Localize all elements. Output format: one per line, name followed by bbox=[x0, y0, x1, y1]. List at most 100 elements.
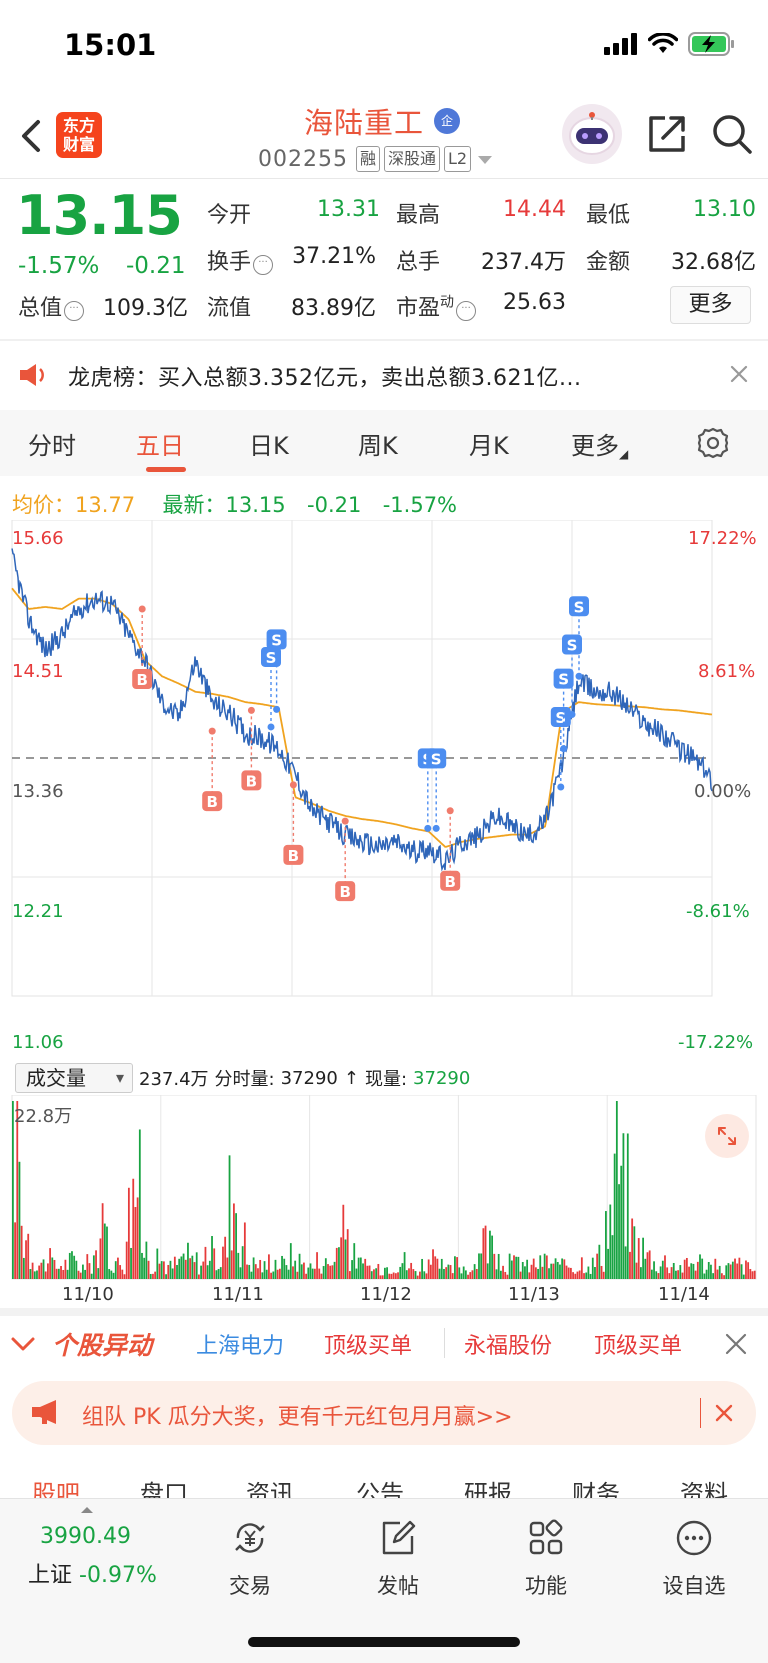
volume-bar bbox=[86, 1254, 89, 1279]
volume-bar bbox=[237, 1252, 240, 1279]
functions-button[interactable]: 功能 bbox=[506, 1518, 586, 1600]
index-summary[interactable]: 上证 -0.97% bbox=[28, 1557, 157, 1589]
volume-bar bbox=[685, 1257, 688, 1279]
assistant-robot-icon[interactable] bbox=[562, 104, 622, 164]
alert-title: 个股异动 bbox=[52, 1331, 153, 1360]
buy-badge-label: B bbox=[136, 671, 147, 689]
add-watchlist-button[interactable]: 设自选 bbox=[654, 1518, 734, 1600]
volume-bar bbox=[36, 1270, 38, 1279]
volume-bar bbox=[202, 1261, 205, 1279]
volume-bar bbox=[285, 1265, 288, 1279]
alert-type[interactable]: 顶级买单 bbox=[324, 1328, 412, 1360]
volume-bar bbox=[532, 1258, 535, 1279]
volume-bar bbox=[171, 1268, 174, 1279]
expand-chart-button[interactable] bbox=[705, 1114, 749, 1158]
tab-weekly-k[interactable]: 周K bbox=[358, 426, 398, 461]
date-label: 11/14 bbox=[658, 1284, 710, 1305]
turnover-label[interactable]: 换手 ··· bbox=[207, 244, 274, 276]
tab-intraday[interactable]: 分时 bbox=[28, 426, 76, 461]
volume-bar bbox=[699, 1254, 701, 1279]
volume-bar bbox=[338, 1247, 340, 1279]
yen-exchange-icon bbox=[235, 1523, 265, 1553]
price-change: -0.21 bbox=[126, 253, 186, 279]
post-button[interactable]: 发帖 bbox=[358, 1518, 438, 1600]
buy-point bbox=[341, 817, 349, 825]
volume-bar bbox=[736, 1263, 739, 1279]
more-quote-button[interactable]: 更多 bbox=[670, 286, 751, 324]
five-day-price-chart[interactable]: BBBBBBSSSSSSSS bbox=[0, 520, 768, 1060]
alert-type[interactable]: 顶级买单 bbox=[594, 1328, 682, 1360]
volume-bar bbox=[138, 1129, 141, 1279]
stock-name[interactable]: 海陆重工 bbox=[304, 100, 424, 142]
volume-bar bbox=[626, 1133, 629, 1279]
volume-bar bbox=[381, 1275, 384, 1279]
volume-bar bbox=[318, 1268, 321, 1279]
sell-badge-label: S bbox=[271, 631, 282, 649]
volume-bar bbox=[213, 1248, 216, 1279]
mktcap-label[interactable]: 总值 ··· bbox=[18, 290, 85, 322]
share-icon[interactable] bbox=[645, 112, 689, 156]
volume-bar bbox=[327, 1264, 329, 1279]
volume-bar bbox=[208, 1260, 211, 1279]
promo-text[interactable]: 组队 PK 瓜分大奖，更有千元红包月月赢>> bbox=[82, 1399, 513, 1431]
volume-bar bbox=[184, 1259, 187, 1279]
volume-bar bbox=[502, 1265, 504, 1279]
volume-bar bbox=[64, 1259, 67, 1279]
connect-tag: 深股通 bbox=[384, 146, 441, 172]
date-label: 11/13 bbox=[508, 1284, 560, 1305]
close-icon[interactable] bbox=[729, 364, 749, 384]
tab-five-day[interactable]: 五日 bbox=[136, 426, 184, 461]
pe-label[interactable]: 市盈动 ··· bbox=[396, 290, 477, 322]
volume-value: 237.4万 bbox=[481, 250, 566, 275]
active-tab-indicator bbox=[146, 467, 186, 472]
tab-daily-k[interactable]: 日K bbox=[249, 426, 289, 461]
pct-change: -1.57% bbox=[18, 253, 100, 279]
stock-code-row[interactable]: 002255 融 深股通 L2 bbox=[258, 146, 495, 172]
volume-bar bbox=[141, 1252, 143, 1279]
volume-chart[interactable] bbox=[0, 1095, 768, 1281]
index-value[interactable]: 3990.49 bbox=[40, 1524, 131, 1549]
low-label: 最低 bbox=[586, 203, 631, 228]
volume-bar bbox=[425, 1273, 428, 1279]
volume-bar bbox=[635, 1262, 638, 1279]
volume-bar bbox=[217, 1268, 220, 1279]
tab-monthly-k[interactable]: 月K bbox=[469, 426, 509, 461]
volume-bar bbox=[576, 1271, 579, 1279]
sell-point bbox=[557, 783, 565, 791]
buy-point bbox=[208, 727, 216, 735]
volume-bar bbox=[445, 1267, 448, 1279]
alert-stock-link[interactable]: 上海电力 bbox=[196, 1328, 284, 1360]
back-chevron-icon[interactable] bbox=[14, 112, 50, 160]
volume-bar bbox=[132, 1178, 135, 1279]
chevron-down-icon[interactable] bbox=[10, 1334, 36, 1354]
volume-bar bbox=[370, 1271, 373, 1279]
volume-bar bbox=[375, 1268, 378, 1279]
volume-bar bbox=[198, 1274, 200, 1279]
gear-icon[interactable] bbox=[696, 426, 730, 460]
tab-more[interactable]: 更多◢ bbox=[571, 426, 628, 461]
notice-text[interactable]: 龙虎榜：买入总额3.352亿元，卖出总额3.621亿... bbox=[68, 360, 581, 392]
volume-bar bbox=[513, 1255, 515, 1279]
volume-bar bbox=[173, 1256, 176, 1279]
header-divider bbox=[0, 178, 768, 179]
volume-bar bbox=[283, 1258, 286, 1279]
volume-bar bbox=[169, 1260, 172, 1279]
trade-button[interactable]: 交易 bbox=[210, 1518, 290, 1600]
volume-bar bbox=[228, 1155, 231, 1279]
volume-bar bbox=[193, 1262, 196, 1279]
volume-bar bbox=[747, 1262, 750, 1279]
close-icon[interactable] bbox=[724, 1332, 748, 1356]
speaker-icon bbox=[20, 364, 44, 386]
volume-bar bbox=[84, 1269, 86, 1279]
search-icon[interactable] bbox=[710, 112, 754, 156]
volume-bar bbox=[749, 1268, 752, 1279]
alert-stock-link[interactable]: 永福股份 bbox=[464, 1328, 552, 1360]
indicator-select[interactable]: 成交量 bbox=[15, 1063, 133, 1093]
volume-bar bbox=[670, 1267, 673, 1279]
volume-info-row: 成交量 237.4万 分时量: 37290 ↑ 现量: 37290 bbox=[15, 1063, 470, 1093]
close-icon[interactable] bbox=[714, 1403, 734, 1423]
volume-bar bbox=[622, 1133, 625, 1279]
volume-bar bbox=[528, 1272, 531, 1279]
battery-charging-icon bbox=[688, 32, 734, 56]
volume-bar bbox=[414, 1271, 417, 1279]
